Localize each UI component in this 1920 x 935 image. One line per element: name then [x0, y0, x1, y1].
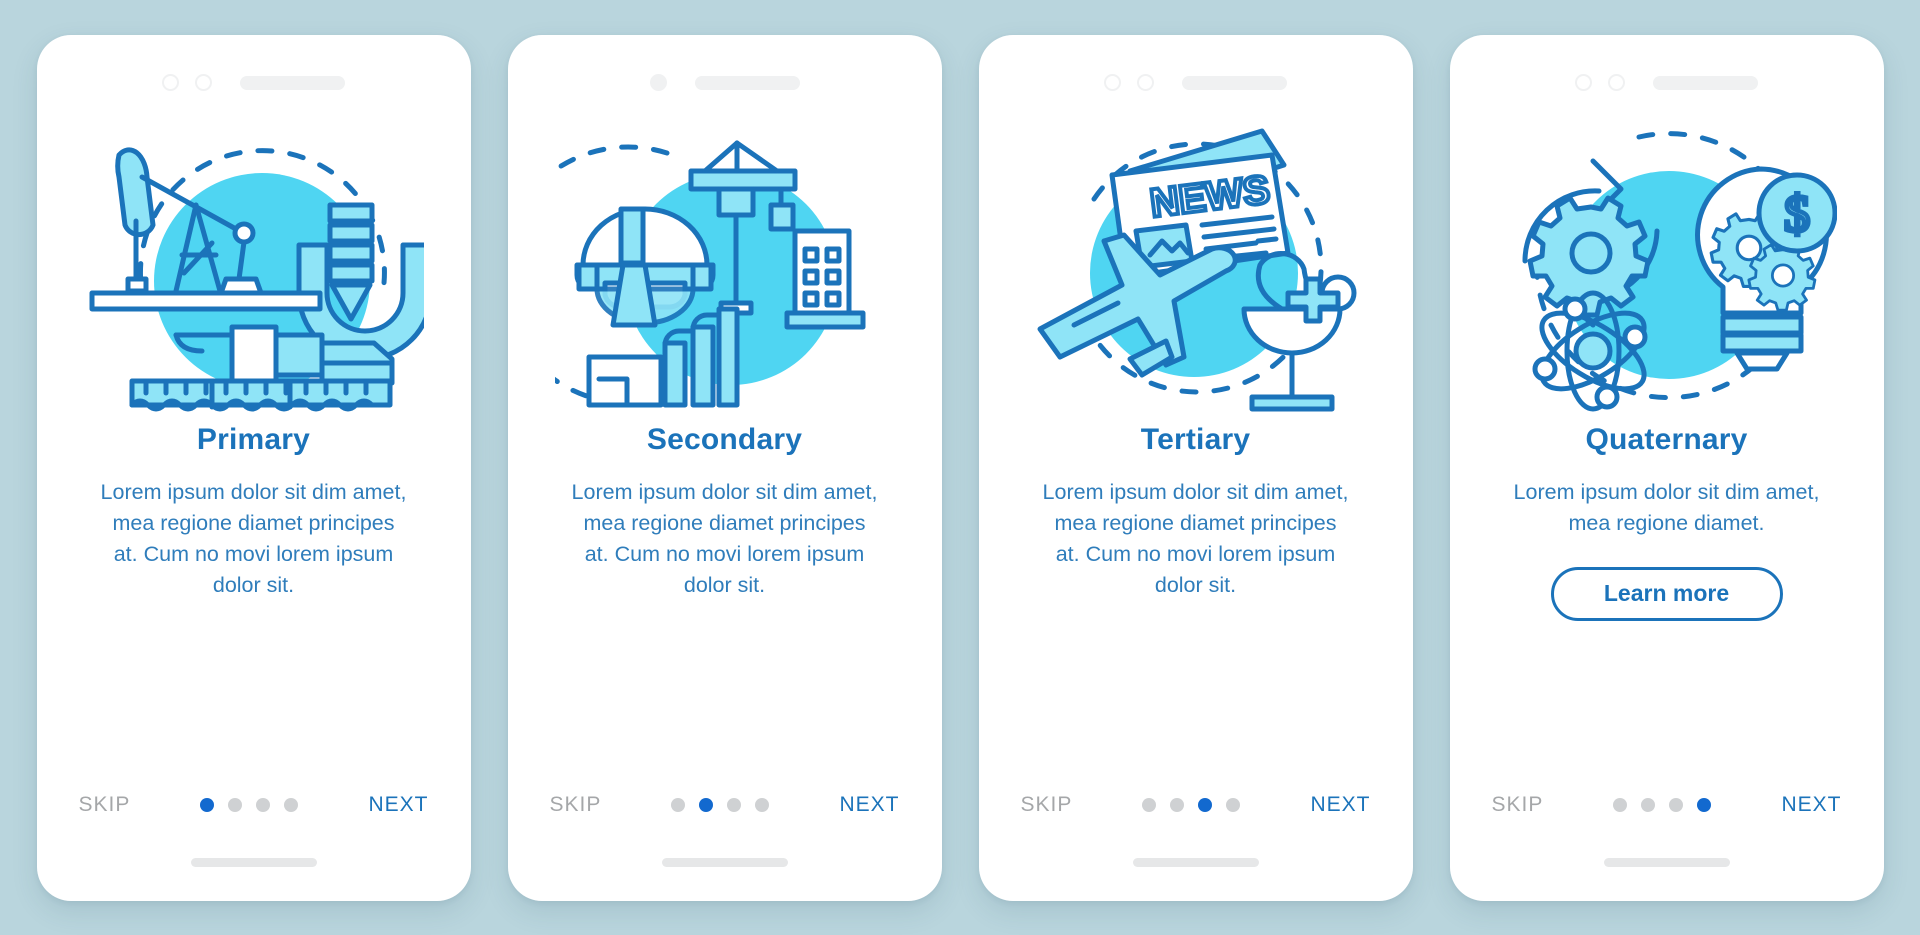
dollar-sign-text: $: [1784, 186, 1810, 243]
pagination-dots: [200, 797, 299, 812]
pagination-dot[interactable]: [727, 797, 742, 812]
pagination-dot[interactable]: [1669, 797, 1684, 812]
pagination-dot[interactable]: [284, 797, 299, 812]
screen-description: Lorem ipsum dolor sit dim amet, mea regi…: [1042, 479, 1349, 597]
pagination-dots: [1613, 797, 1712, 812]
pagination-dot[interactable]: [1613, 797, 1628, 812]
pagination-dot[interactable]: [755, 797, 770, 812]
pagination-dots: [1142, 797, 1241, 812]
phone-status-bar: [979, 35, 1413, 109]
pagination-dot[interactable]: [228, 797, 243, 812]
screen-description: Lorem ipsum dolor sit dim amet, mea regi…: [1513, 479, 1820, 535]
screen-description: Lorem ipsum dolor sit dim amet, mea regi…: [100, 479, 407, 597]
next-button[interactable]: NEXT: [1310, 793, 1370, 817]
pagination-dot[interactable]: [1170, 797, 1185, 812]
status-circle-icon: [1608, 74, 1625, 91]
pagination-dot[interactable]: [256, 797, 271, 812]
home-indicator: [1603, 857, 1730, 867]
screen-title: Tertiary: [1140, 422, 1251, 456]
status-circle-icon: [1575, 74, 1592, 91]
screen-footer-nav: SKIP NEXT: [979, 793, 1413, 817]
status-bar-placeholder: [240, 75, 345, 90]
pagination-dots: [671, 797, 770, 812]
pagination-dot[interactable]: [699, 797, 714, 812]
next-button[interactable]: NEXT: [839, 793, 899, 817]
learn-more-button[interactable]: Learn more: [1550, 566, 1783, 621]
phone-status-bar: [37, 35, 471, 109]
screen-description: Lorem ipsum dolor sit dim amet, mea regi…: [571, 479, 878, 597]
screen-title: Secondary: [646, 422, 803, 456]
onboarding-screen-secondary: Secondary Lorem ipsum dolor sit dim amet…: [507, 34, 942, 901]
status-circle-icon: [1137, 74, 1154, 91]
screen-title: Quaternary: [1585, 422, 1748, 456]
skip-button[interactable]: SKIP: [550, 793, 602, 817]
illustration-gear-atom-lightbulb-dollar-icon: $: [1497, 113, 1837, 413]
status-bar-placeholder: [694, 75, 800, 90]
home-indicator: [190, 857, 317, 867]
status-circle-icon: [162, 74, 179, 91]
screen-footer-nav: SKIP NEXT: [1450, 793, 1884, 817]
skip-button[interactable]: SKIP: [1021, 793, 1073, 817]
pagination-dot[interactable]: [1697, 797, 1712, 812]
next-button[interactable]: NEXT: [368, 793, 428, 817]
next-button[interactable]: NEXT: [1781, 793, 1841, 817]
home-indicator: [661, 857, 788, 867]
screen-footer-nav: SKIP NEXT: [508, 793, 942, 817]
onboarding-screen-tertiary: NEWS Tertiary Lorem ipsum dolor sit dim …: [978, 34, 1413, 901]
skip-button[interactable]: SKIP: [79, 793, 131, 817]
status-circle-icon: [195, 74, 212, 91]
onboarding-screens-container: Primary Lorem ipsum dolor sit dim amet, …: [0, 0, 1920, 935]
status-bar-placeholder: [1182, 75, 1287, 90]
skip-button[interactable]: SKIP: [1492, 793, 1544, 817]
illustration-newspaper-airplane-medical-icon: NEWS: [1026, 113, 1366, 413]
phone-status-bar: [1450, 35, 1884, 109]
illustration-hardhat-crane-factory-icon: [554, 113, 895, 413]
status-circle-icon: [649, 74, 667, 91]
illustration-oil-pump-drill-mining-icon: [84, 113, 424, 413]
pagination-dot[interactable]: [1641, 797, 1656, 812]
screen-footer-nav: SKIP NEXT: [37, 793, 471, 817]
status-circle-icon: [1104, 74, 1121, 91]
home-indicator: [1132, 857, 1259, 867]
pagination-dot[interactable]: [1142, 797, 1157, 812]
onboarding-screen-quaternary: $ Quaternary Lorem ipsum dolor sit dim a…: [1449, 34, 1884, 901]
phone-status-bar: [508, 35, 942, 109]
pagination-dot[interactable]: [1226, 797, 1241, 812]
pagination-dot[interactable]: [671, 797, 686, 812]
status-bar-placeholder: [1653, 75, 1758, 90]
pagination-dot[interactable]: [200, 797, 215, 812]
pagination-dot[interactable]: [1198, 797, 1213, 812]
onboarding-screen-primary: Primary Lorem ipsum dolor sit dim amet, …: [36, 34, 471, 901]
screen-title: Primary: [196, 422, 311, 456]
